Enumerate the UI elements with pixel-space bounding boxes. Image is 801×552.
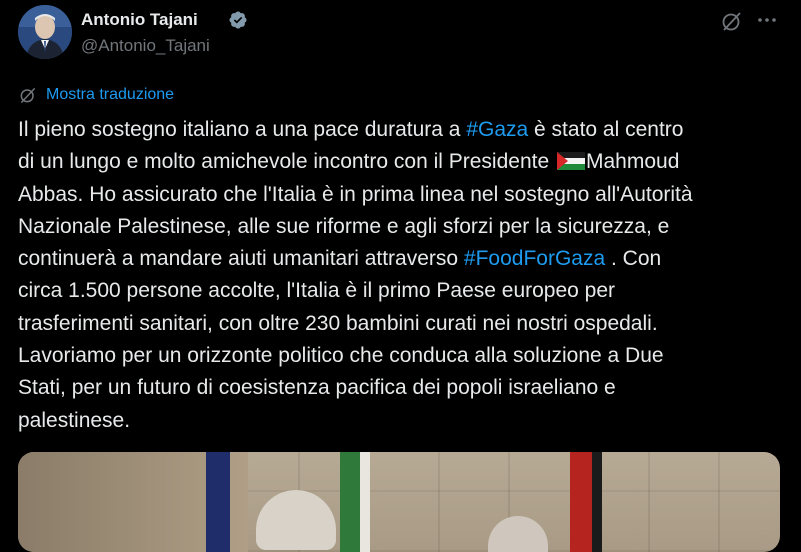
tweet-text-segment: continuerà a mandare aiuti umanitari att… — [18, 247, 464, 271]
photo-person-left — [256, 490, 336, 550]
photo-italy-flag-white — [360, 452, 370, 552]
palestine-flag-icon — [556, 152, 585, 171]
hashtag-link[interactable]: #FoodForGaza — [464, 247, 605, 270]
tweet-text-segment: di un lungo e molto amichevole incontro … — [18, 150, 555, 174]
show-translation-label: Mostra traduzione — [46, 86, 175, 103]
tweet-text-line: Nazionale Palestinese, alle sue riforme … — [18, 211, 788, 243]
hashtag-link[interactable]: #Gaza — [466, 118, 528, 141]
tweet-text-segment: trasferimenti sanitari, con oltre 230 ba… — [18, 311, 658, 335]
show-translation-link[interactable]: Mostra traduzione — [18, 84, 174, 106]
author-avatar[interactable] — [18, 5, 72, 59]
photo-eu-flag — [206, 452, 230, 552]
tweet-text-line: trasferimenti sanitari, con oltre 230 ba… — [18, 308, 788, 340]
more-options-icon[interactable] — [755, 8, 779, 32]
tweet-text-line: di un lungo e molto amichevole incontro … — [18, 146, 788, 178]
grok-icon[interactable] — [720, 9, 744, 33]
tweet-text-segment: circa 1.500 persone accolte, l'Italia è … — [18, 279, 616, 303]
tweet-photo[interactable] — [18, 452, 780, 552]
tweet-text-line: Il pieno sostegno italiano a una pace du… — [18, 114, 788, 146]
tweet-text-segment: Il pieno sostegno italiano a una pace du… — [18, 118, 467, 141]
tweet-text-line: circa 1.500 persone accolte, l'Italia è … — [18, 275, 788, 307]
photo-person-right — [488, 516, 548, 552]
tweet-text-segment: è stato al centro — [528, 118, 684, 141]
tweet-text-line: palestinese. — [18, 405, 788, 437]
tweet-text-segment: Mahmoud — [585, 150, 680, 174]
author-handle[interactable]: @Antonio_Tajani — [81, 35, 210, 57]
tweet-text-line: Lavoriamo per un orizzonte politico che … — [18, 340, 788, 372]
verified-badge-icon — [229, 11, 247, 29]
photo-palestine-flag — [570, 452, 592, 552]
tweet-text-line: Abbas. Ho assicurato che l'Italia è in p… — [18, 179, 788, 211]
tweet-text: Il pieno sostegno italiano a una pace du… — [18, 114, 788, 437]
author-name[interactable]: Antonio Tajani — [81, 9, 198, 31]
tweet-text-segment: Stati, per un futuro di coesistenza paci… — [18, 376, 616, 400]
tweet-text-segment: Lavoriamo per un orizzonte politico che … — [18, 344, 664, 368]
tweet-text-line: continuerà a mandare aiuti umanitari att… — [18, 243, 788, 275]
tweet-text-line: Stati, per un futuro di coesistenza paci… — [18, 372, 788, 404]
photo-palestine-flag-black — [592, 452, 602, 552]
tweet-text-segment: Abbas. Ho assicurato che l'Italia è in p… — [18, 182, 693, 206]
translate-icon — [20, 87, 36, 104]
tweet-text-segment: palestinese. — [18, 408, 131, 432]
tweet-text-segment: . Con — [605, 247, 662, 271]
tweet-text-segment: Nazionale Palestinese, alle sue riforme … — [18, 214, 670, 238]
photo-italy-flag — [340, 452, 360, 552]
